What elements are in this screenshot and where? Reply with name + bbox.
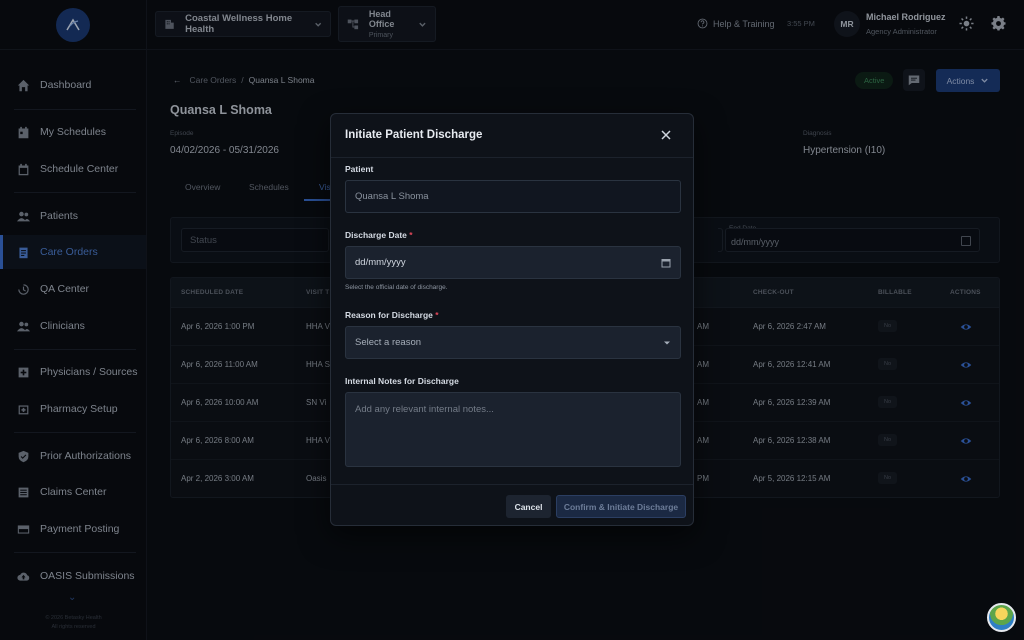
notes-placeholder: Add any relevant internal notes... [355,404,494,415]
modal-header: Initiate Patient Discharge [331,114,693,158]
reason-placeholder: Select a reason [355,337,422,348]
discharge-date-label: Discharge Date * [345,230,413,240]
cancel-button[interactable]: Cancel [506,495,551,518]
discharge-date-input[interactable]: dd/mm/yyyy [345,246,681,279]
notes-textarea[interactable]: Add any relevant internal notes... [345,392,681,467]
required-mark: * [435,310,439,320]
close-icon[interactable] [660,129,672,141]
reason-label-text: Reason for Discharge [345,310,433,320]
discharge-date-help: Select the official date of discharge. [345,284,448,291]
calendar-icon[interactable] [661,258,671,268]
discharge-date-placeholder: dd/mm/yyyy [355,257,406,268]
reason-label: Reason for Discharge * [345,310,439,320]
confirm-discharge-button[interactable]: Confirm & Initiate Discharge [556,495,686,518]
reason-select[interactable]: Select a reason [345,326,681,359]
modal-footer: Cancel Confirm & Initiate Discharge [331,484,693,526]
caret-down-icon [664,341,670,344]
patient-value: Quansa L Shoma [355,191,429,202]
patient-field: Quansa L Shoma [345,180,681,213]
required-mark: * [409,230,413,240]
discharge-modal: Initiate Patient Discharge Patient Quans… [330,113,694,526]
assistant-launcher-icon[interactable] [987,603,1016,632]
notes-label: Internal Notes for Discharge [345,376,459,386]
discharge-date-label-text: Discharge Date [345,230,407,240]
patient-label: Patient [345,164,374,174]
modal-title: Initiate Patient Discharge [345,129,483,141]
